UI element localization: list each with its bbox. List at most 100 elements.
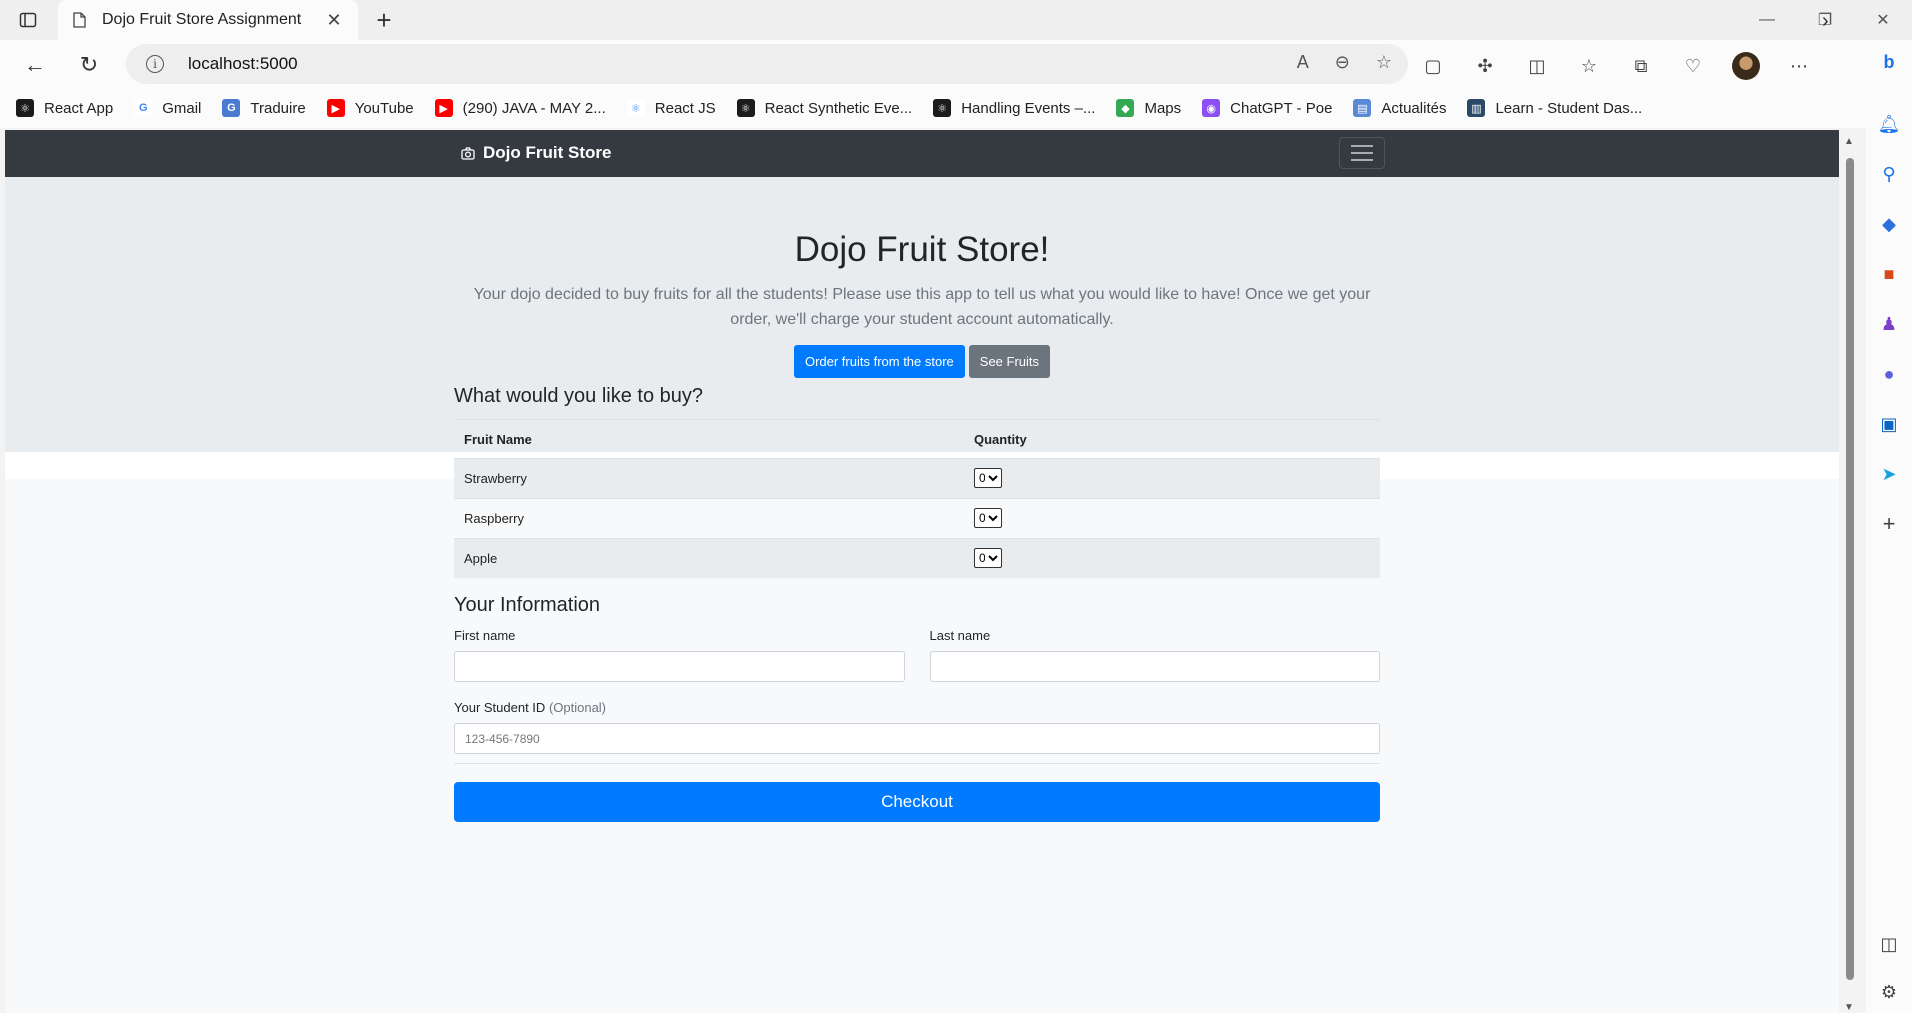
hide-sidebar-icon[interactable]: ◫ [1877,932,1901,956]
microsoft365-icon[interactable]: ● [1877,362,1901,386]
scroll-up-icon[interactable]: ▲ [1844,136,1854,147]
bookmark-favicon-icon: ⚛ [626,99,645,117]
fruit-name-header: Fruit Name [464,432,532,448]
active-tab[interactable]: Dojo Fruit Store Assignment ✕ [58,0,358,40]
bookmark-favicon-icon: ▤ [1353,99,1372,117]
bookmark-item[interactable]: G Traduire [222,99,306,117]
bookmark-label: Actualités [1381,99,1447,117]
order-form: What would you like to buy? Fruit Name Q… [454,385,1380,822]
scroll-down-icon[interactable]: ▼ [1844,1002,1854,1013]
bookmark-label: React App [44,99,114,117]
bookmark-item[interactable]: ◆ Maps [1116,99,1181,117]
bookmark-item[interactable]: ▶ (290) JAVA - MAY 2... [434,99,606,117]
order-section-title: What would you like to buy? [454,385,704,407]
bookmark-favicon-icon: ▶ [326,99,345,117]
bookmark-label: Learn - Student Das... [1495,99,1643,117]
bookmark-item[interactable]: ⚛ React JS [626,99,716,117]
address-bar[interactable]: i localhost:5000 A ⊖ ☆ [126,44,1408,84]
more-menu-icon[interactable]: ⋯ [1786,53,1812,79]
see-fruits-button[interactable]: See Fruits [968,345,1051,378]
tab-actions-icon[interactable] [16,8,40,32]
bookmark-item[interactable]: ▤ Actualités [1353,99,1446,117]
extension-placeholder-icon[interactable]: ▢ [1420,53,1446,79]
strawberry-quantity-select[interactable]: 0 [974,468,1002,488]
search-icon[interactable]: ⚲ [1877,162,1901,186]
extensions-icon[interactable]: ✣ [1472,53,1498,79]
bookmark-favicon-icon: ▶ [434,99,453,117]
url-text: localhost:5000 [188,54,298,73]
bookmark-label: YouTube [354,99,414,117]
bookmark-favicon-icon: ⚛ [736,99,755,117]
bookmark-item[interactable]: ▥ Learn - Student Das... [1467,99,1642,117]
checkout-button[interactable]: Checkout [454,782,1380,822]
copilot-icon[interactable]: b [1877,50,1901,74]
bookmark-label: React JS [654,99,716,117]
fruit-table: Fruit Name Quantity Strawberry 0 Raspber… [454,420,1380,578]
back-icon[interactable]: ← [20,50,50,80]
bookmark-item[interactable]: ⚛ Handling Events –... [933,99,1095,117]
close-tab-icon[interactable]: ✕ [324,10,344,31]
notifications-bell-icon[interactable]: 🔔︎ [1877,112,1901,136]
divider [454,763,1380,764]
bookmark-favicon-icon: ◉ [1202,99,1221,117]
student-id-label: Your Student ID (Optional) [454,700,607,715]
apple-quantity-select[interactable]: 0 [974,548,1002,569]
favorite-star-icon[interactable]: ☆ [1376,52,1392,73]
refresh-icon[interactable]: ↻ [74,50,104,80]
zoom-out-icon[interactable]: ⊖ [1335,52,1350,73]
page-heading: Dojo Fruit Store! [794,230,1050,269]
split-screen-icon[interactable]: ◫ [1524,53,1550,79]
tab-title: Dojo Fruit Store Assignment [102,11,302,28]
page-icon [72,12,88,28]
fruit-name-cell: Raspberry [454,497,964,538]
bookmark-favicon-icon: ⚛ [933,99,952,117]
scrollbar-thumb[interactable] [1846,158,1854,980]
info-section-title: Your Information [454,594,601,616]
bookmark-favicon-icon: ◆ [1116,99,1135,117]
bookmark-label: Gmail [162,99,202,117]
brand-text: Dojo Fruit Store [483,143,612,162]
bookmark-item[interactable]: G Gmail [134,99,201,117]
bookmark-label: (290) JAVA - MAY 2... [462,99,606,117]
order-fruits-button[interactable]: Order fruits from the store [793,345,965,378]
student-id-input[interactable] [454,723,1380,754]
bookmark-favicon-icon: G [222,99,241,117]
bookmark-item[interactable]: ⚛ React Synthetic Eve... [736,99,913,117]
table-row: Apple 0 [454,537,1380,578]
minimize-icon[interactable]: — [1738,0,1796,40]
outlook-icon[interactable]: ▣ [1877,412,1901,436]
address-bar-row: ← ↻ i localhost:5000 A ⊖ ☆ ▢ ✣ ◫ ☆ ⧉ ♡ ⋯ [0,40,1912,88]
close-window-icon[interactable]: ✕ [1854,0,1912,40]
bookmark-item[interactable]: ▶ YouTube [326,99,414,117]
page-scrollbar[interactable]: ▲ ▼ [1839,130,1861,1013]
bookmark-item[interactable]: ◉ ChatGPT - Poe [1202,99,1332,117]
performance-icon[interactable]: ♡ [1680,53,1706,79]
navbar-brand[interactable]: Dojo Fruit Store [461,143,611,163]
profile-avatar[interactable] [1732,52,1760,80]
bookmark-label: ChatGPT - Poe [1230,99,1333,117]
bookmark-label: React Synthetic Eve... [764,99,913,117]
bookmark-favicon-icon: G [134,99,153,117]
collections-icon[interactable]: ⧉ [1628,53,1654,79]
last-name-input[interactable] [929,651,1380,682]
table-row: Raspberry 0 [454,497,1380,538]
first-name-input[interactable] [454,651,905,682]
bookmarks-overflow-icon[interactable]: › [1822,10,1829,33]
add-sidebar-app-icon[interactable]: + [1877,511,1901,536]
bookmark-label: Handling Events –... [961,99,1096,117]
read-aloud-icon[interactable]: A [1297,52,1309,73]
table-row: Strawberry 0 [454,457,1380,498]
navbar-toggler-button[interactable] [1339,137,1385,169]
send-icon[interactable]: ➤ [1877,462,1901,486]
new-tab-icon[interactable]: + [370,6,398,34]
sidebar-settings-gear-icon[interactable]: ⚙ [1877,980,1901,1004]
bookmark-item[interactable]: ⚛ React App [16,99,113,117]
favorites-icon[interactable]: ☆ [1576,53,1602,79]
toolbar: ▢ ✣ ◫ ☆ ⧉ ♡ ⋯ [1420,52,1812,80]
site-info-icon[interactable]: i [146,55,164,73]
tools-briefcase-icon[interactable]: ■ [1877,262,1901,286]
games-icon[interactable]: ♟ [1877,312,1901,336]
shopping-tag-icon[interactable]: ◆ [1877,212,1901,236]
raspberry-quantity-select[interactable]: 0 [974,508,1002,528]
optional-hint: (Optional) [548,700,607,715]
